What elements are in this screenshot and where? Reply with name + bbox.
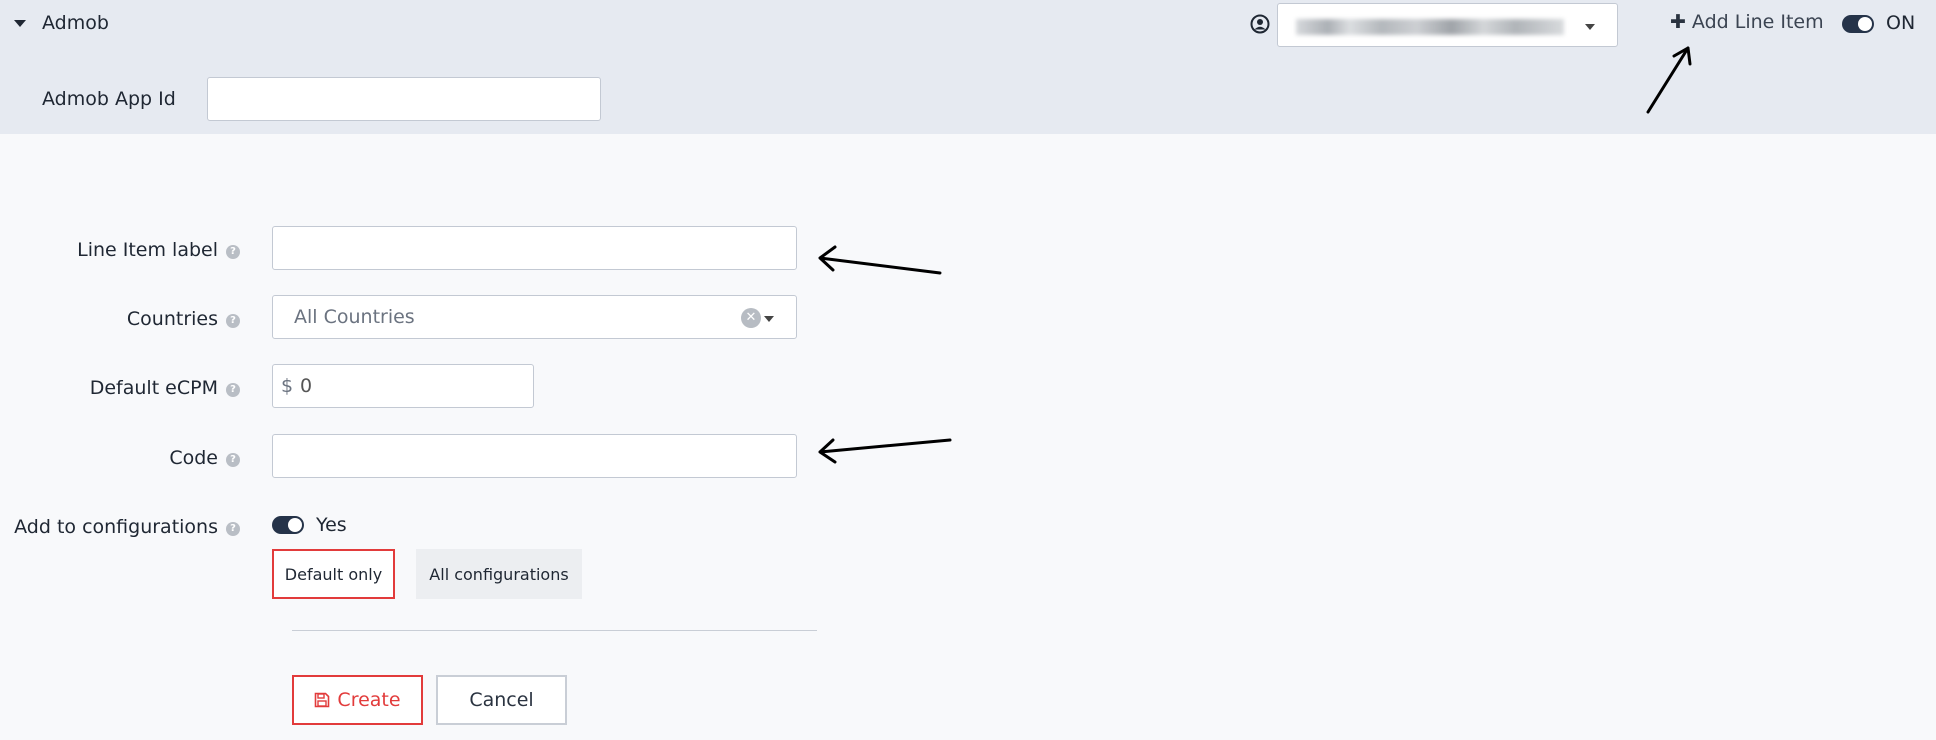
redacted-account-value [1296,19,1564,35]
add-config-toggle[interactable] [272,516,304,534]
chevron-down-icon [1585,24,1595,30]
collapse-caret-icon[interactable] [14,20,26,27]
account-select[interactable] [1277,3,1618,47]
plus-icon: ✚ [1670,11,1686,33]
line-item-label: Line Item label [77,239,218,261]
add-config-state: Yes [316,514,347,536]
toggle-state-label: ON [1886,12,1916,34]
ecpm-value: 0 [300,375,313,397]
config-default-only-button[interactable]: Default only [272,549,395,599]
help-icon[interactable]: ? [226,453,240,467]
annotation-arrow-icon [818,245,942,275]
ecpm-row: Default eCPM? [0,377,240,399]
add-line-item-button[interactable]: ✚ Add Line Item [1670,11,1824,33]
add-line-item-label: Add Line Item [1691,11,1824,33]
line-item-label-row: Line Item label? [0,239,240,261]
create-label: Create [337,689,401,711]
section-title: Admob [42,12,109,34]
countries-select[interactable]: All Countries ✕ [272,295,797,339]
ecpm-label: Default eCPM [89,377,218,399]
add-config-row: Add to configurations? [0,516,240,538]
app-id-input[interactable] [207,77,601,121]
user-circle-icon [1250,14,1270,34]
countries-label: Countries [126,308,218,330]
clear-icon[interactable]: ✕ [741,308,761,328]
help-icon[interactable]: ? [226,522,240,536]
save-icon [315,692,330,708]
section-toggle[interactable] [1842,15,1874,33]
divider [292,630,817,631]
help-icon[interactable]: ? [226,383,240,397]
app-id-label: Admob App Id [42,88,176,110]
code-row: Code? [0,447,240,469]
add-config-label: Add to configurations [14,516,218,538]
code-label: Code [169,447,218,469]
create-button[interactable]: Create [292,675,423,725]
annotation-arrow-icon [1646,46,1692,114]
annotation-arrow-icon [818,438,952,464]
countries-row: Countries? [0,308,240,330]
chevron-down-icon[interactable] [764,316,774,322]
countries-value: All Countries [294,306,415,328]
ecpm-input[interactable]: $ 0 [272,364,534,408]
config-all-button[interactable]: All configurations [416,549,582,599]
help-icon[interactable]: ? [226,245,240,259]
line-item-label-input[interactable] [272,226,797,270]
code-input[interactable] [272,434,797,478]
help-icon[interactable]: ? [226,314,240,328]
cancel-button[interactable]: Cancel [436,675,567,725]
currency-symbol: $ [281,375,294,397]
